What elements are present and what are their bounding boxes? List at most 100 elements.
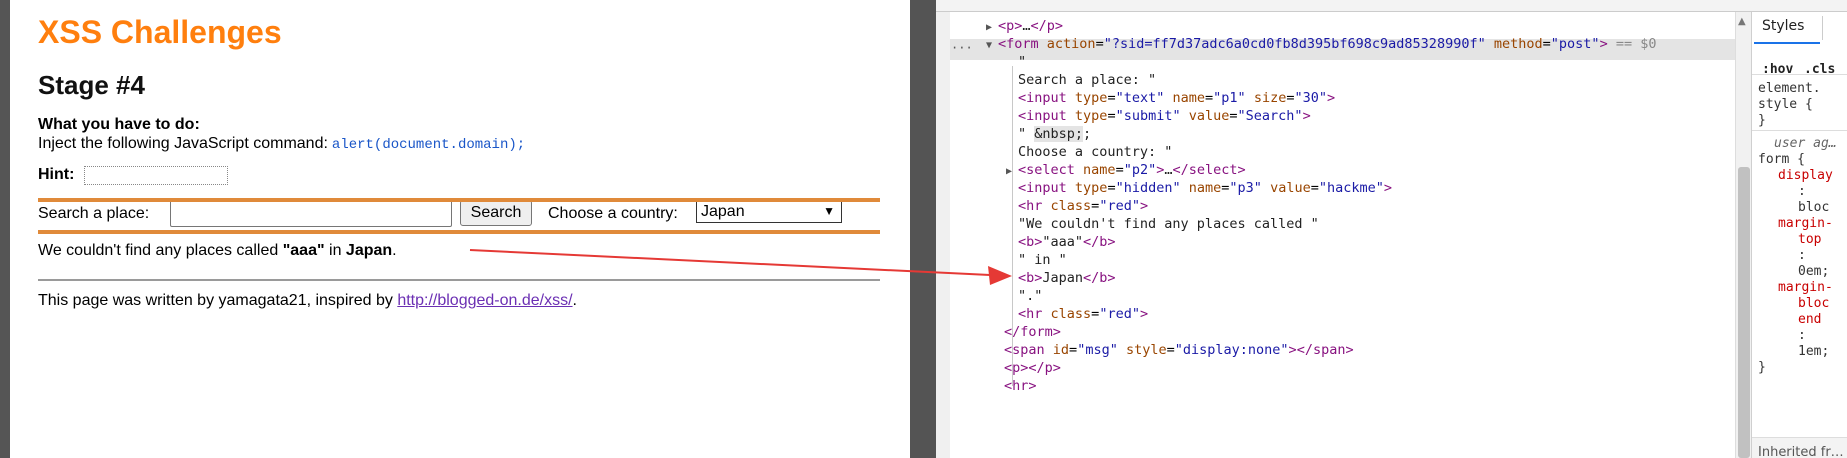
tag-gt: > (1326, 90, 1336, 106)
scrollbar-thumb[interactable] (1738, 167, 1750, 458)
red-rule-top (38, 198, 880, 202)
attr-type: type (1074, 90, 1108, 106)
tag-b: <b> (1018, 234, 1043, 250)
node-hr[interactable]: <hr> (1004, 376, 1037, 396)
inherited-label: Inherited fr… (1758, 445, 1844, 458)
node-hr-red-2[interactable]: <hr class="red"> (1018, 304, 1148, 324)
attr-style: style (1125, 342, 1167, 358)
close-brace: } (1758, 360, 1766, 375)
node-select[interactable]: ▶ <select name="p2">…</select> (1006, 160, 1246, 180)
node-p-collapsed[interactable]: ▶ <p>…</p> (986, 16, 1063, 36)
element-style-line1: element. (1758, 81, 1821, 96)
text-node-in[interactable]: " in " (1018, 250, 1067, 270)
value-value: "Search" (1237, 108, 1303, 124)
search-button[interactable]: Search (460, 200, 532, 226)
tag-gt: > (1139, 198, 1149, 214)
value-name: "p2" (1123, 162, 1157, 178)
footer: This page was written by yamagata21, ins… (38, 292, 577, 310)
country-select[interactable]: Japan ▼ (696, 200, 842, 223)
tag-hr: <hr (1018, 306, 1043, 322)
element-style-line3: } (1758, 113, 1766, 128)
nbsp-entity: &nbsp; (1034, 126, 1084, 142)
chevron-down-icon: ▼ (823, 204, 835, 218)
colon: : (1798, 184, 1806, 199)
tag-form-gt: > (1599, 36, 1608, 52)
result-query: "aaa" (282, 242, 325, 259)
form-selector: form { (1758, 152, 1805, 167)
inherited-section[interactable]: Inherited fr… (1752, 437, 1847, 458)
value-method: "post" (1550, 36, 1600, 52)
tag-p-open: <p> (998, 18, 1023, 34)
text-node-dot[interactable]: "." (1018, 286, 1042, 306)
node-input-hidden[interactable]: <input type="hidden" name="p3" value="ha… (1018, 178, 1392, 198)
search-input[interactable] (170, 200, 452, 227)
footer-text: This page was written by yamagata21, ins… (38, 292, 393, 309)
node-input-submit[interactable]: <input type="submit" value="Search"> (1018, 106, 1311, 126)
value-type: "hidden" (1115, 180, 1181, 196)
result-in: in (329, 242, 342, 259)
value-type: "submit" (1115, 108, 1181, 124)
tag-span-close: </span> (1296, 342, 1354, 358)
text-node-notfound[interactable]: "We couldn't find any places called " (1018, 214, 1319, 234)
value-1em: 1em; (1798, 344, 1830, 359)
tag-b-close: </b> (1083, 270, 1116, 286)
prop-end: end (1798, 312, 1822, 327)
more-options-icon[interactable]: ··· (951, 41, 973, 55)
tag-b-close: </b> (1083, 234, 1116, 250)
node-b-japan[interactable]: <b>Japan</b> (1018, 268, 1116, 288)
elements-scrollbar[interactable]: ▲ (1735, 12, 1751, 458)
collapse-triangle-icon[interactable]: ▼ (986, 36, 998, 56)
node-b-aaa[interactable]: <b>"aaa"</b> (1018, 232, 1116, 252)
prop-margin-top: margin- (1778, 216, 1833, 231)
text-node-country[interactable]: Choose a country: " (1018, 142, 1172, 162)
text-node-quote[interactable]: " (1018, 52, 1026, 72)
value-action: "?sid=ff7d37adc6a0cd0fb8d395bf698c9ad853… (1103, 36, 1486, 52)
search-label: Search a place: (38, 205, 150, 222)
prop-margin-block-end: margin- (1778, 280, 1833, 295)
attr-class: class (1050, 198, 1092, 214)
tag-hr: <hr (1018, 198, 1043, 214)
prop-display: display (1778, 168, 1833, 183)
todo-instruction: Inject the following JavaScript command:… (38, 135, 525, 153)
node-span-msg[interactable]: <span id="msg" style="display:none"></sp… (1004, 340, 1354, 360)
tab-separator (1822, 16, 1823, 40)
country-label: Choose a country: (548, 205, 678, 222)
attr-size: size (1253, 90, 1287, 106)
value-name: "p3" (1229, 180, 1262, 196)
country-select-value: Japan (701, 203, 745, 220)
devtools-gutter (936, 12, 950, 458)
result-message: We couldn't find any places called "aaa"… (38, 242, 397, 260)
tag-gt: > (1288, 342, 1297, 358)
node-input-text[interactable]: <input type="text" name="p1" size="30"> (1018, 88, 1335, 108)
attr-name: name (1188, 180, 1222, 196)
tag-p-close: </p> (1028, 360, 1061, 376)
b-text: "aaa" (1042, 234, 1084, 250)
text-node-nbsp[interactable]: " &nbsp;; (1018, 124, 1091, 144)
user-agent-label: user ag… (1774, 136, 1837, 151)
hint-box[interactable] (84, 166, 228, 185)
scroll-up-icon[interactable]: ▲ (1738, 16, 1746, 27)
value-bloc: bloc (1798, 200, 1830, 215)
prop-top: top (1798, 232, 1822, 247)
todo-heading: What you have to do: (38, 116, 200, 133)
attr-class: class (1050, 306, 1092, 322)
value-class: "red" (1099, 198, 1140, 214)
prop-bloc: bloc (1798, 296, 1830, 311)
attr-type: type (1074, 180, 1108, 196)
value-0em: 0em; (1798, 264, 1830, 279)
tag-span: <span (1004, 342, 1045, 358)
node-hr-red-1[interactable]: <hr class="red"> (1018, 196, 1148, 216)
footer-link[interactable]: http://blogged-on.de/xss/ (397, 292, 572, 309)
text-node-search[interactable]: Search a place: " (1018, 70, 1156, 90)
styles-divider (1752, 130, 1847, 131)
collapsed-ellipsis: … (1022, 18, 1031, 34)
hint-label: Hint: (38, 166, 75, 183)
attr-name: name (1172, 90, 1206, 106)
node-form-open[interactable]: ▼ <form action="?sid=ff7d37adc6a0cd0fb8d3… (986, 34, 1656, 54)
element-style-line2: style { (1758, 97, 1813, 112)
challenge-page: XSS Challenges Stage #4 What you have to… (10, 0, 910, 458)
colon: : (1798, 248, 1806, 263)
tab-styles[interactable]: Styles (1762, 18, 1804, 34)
b-text: Japan (1042, 270, 1084, 286)
attr-id: id (1052, 342, 1070, 358)
